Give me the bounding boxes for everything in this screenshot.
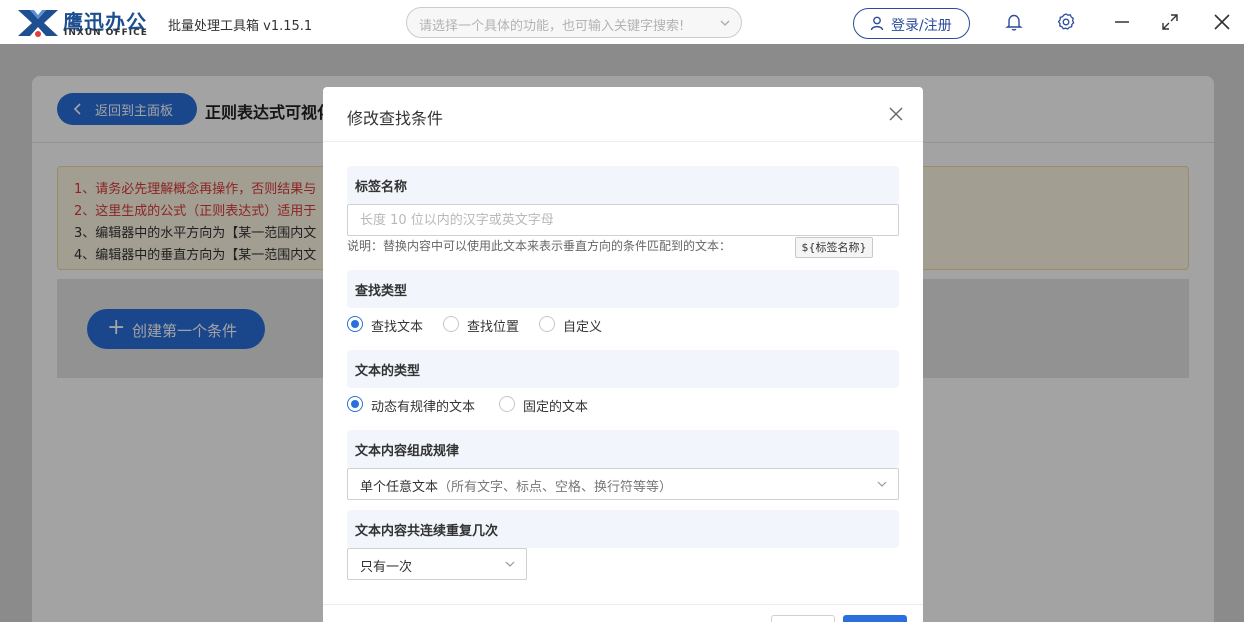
radio-unselected-icon[interactable]	[499, 396, 515, 412]
composition-select[interactable]: 单个任意文本（所有文字、标点、空格、换行符等等）	[347, 468, 899, 500]
user-icon	[870, 16, 884, 31]
login-label: 登录/注册	[891, 18, 952, 34]
app-title: 批量处理工具箱 v1.15.1	[168, 19, 313, 34]
repeat-selected-value[interactable]: 只有一次	[360, 556, 412, 575]
radio-label[interactable]: 查找位置	[467, 316, 519, 335]
maximize-icon[interactable]	[1160, 12, 1180, 32]
search-box[interactable]: 请选择一个具体的功能，也可输入关键字搜索!	[406, 7, 742, 38]
logo-text-en: INXUN OFFICE	[64, 28, 148, 38]
radio-selected-icon[interactable]	[347, 396, 363, 412]
text-type-heading: 文本的类型	[355, 364, 421, 379]
composition-value-note[interactable]: （所有文字、标点、空格、换行符等等）	[438, 480, 672, 495]
dialog-header-divider	[323, 141, 923, 142]
label-name-heading: 标签名称	[355, 180, 408, 195]
radio-selected-icon[interactable]	[347, 316, 363, 332]
label-name-input[interactable]	[348, 205, 898, 235]
radio-label[interactable]: 动态有规律的文本	[371, 396, 475, 415]
close-icon[interactable]	[887, 105, 905, 123]
text-type-section: 文本的类型	[347, 350, 899, 388]
dialog-title: 修改查找条件	[347, 109, 444, 128]
radio-label[interactable]: 固定的文本	[523, 396, 588, 415]
close-window-icon[interactable]	[1212, 12, 1232, 32]
label-name-field[interactable]	[347, 204, 899, 236]
find-type-radio-group: 查找文本 查找位置 自定义	[347, 314, 899, 335]
minimize-icon[interactable]	[1112, 12, 1132, 32]
search-placeholder[interactable]: 请选择一个具体的功能，也可输入关键字搜索!	[419, 15, 684, 34]
confirm-button[interactable]: 确定	[843, 615, 907, 622]
radio-label[interactable]: 自定义	[563, 316, 602, 335]
bell-icon[interactable]	[1004, 12, 1024, 32]
label-name-section: 标签名称	[347, 166, 899, 204]
logo-mark-icon	[18, 10, 58, 37]
repeat-section: 文本内容共连续重复几次	[347, 510, 899, 548]
chevron-down-icon[interactable]	[504, 558, 516, 570]
text-type-radio-group: 动态有规律的文本 固定的文本	[347, 394, 899, 415]
composition-selected-value[interactable]: 单个任意文本（所有文字、标点、空格、换行符等等）	[360, 476, 672, 495]
radio-unselected-icon[interactable]	[539, 316, 555, 332]
composition-heading: 文本内容组成规律	[355, 444, 460, 459]
cancel-button[interactable]: 取消	[771, 615, 835, 622]
chevron-down-icon[interactable]	[876, 478, 888, 490]
label-variable-tag[interactable]: ${标签名称}	[795, 237, 873, 258]
app-logo: 鹰迅办公 INXUN OFFICE	[16, 6, 158, 40]
find-type-section: 查找类型	[347, 270, 899, 308]
chevron-down-icon[interactable]	[718, 16, 732, 30]
login-button[interactable]: 登录/注册	[853, 8, 970, 39]
repeat-heading: 文本内容共连续重复几次	[355, 524, 499, 539]
radio-label[interactable]: 查找文本	[371, 316, 423, 335]
gear-icon[interactable]	[1056, 12, 1076, 32]
radio-unselected-icon[interactable]	[443, 316, 459, 332]
repeat-count-select[interactable]: 只有一次	[347, 548, 527, 580]
composition-value-text[interactable]: 单个任意文本	[360, 480, 438, 495]
dialog-footer-divider	[323, 604, 923, 605]
find-type-heading: 查找类型	[355, 284, 408, 299]
edit-condition-dialog: 修改查找条件 标签名称 说明：替换内容中可以使用此文本来表示垂直方向的条件匹配到…	[323, 87, 923, 622]
label-hint: 说明：替换内容中可以使用此文本来表示垂直方向的条件匹配到的文本：	[347, 239, 732, 253]
title-bar: 鹰迅办公 INXUN OFFICE 批量处理工具箱 v1.15.1 请选择一个具…	[0, 0, 1244, 44]
composition-section: 文本内容组成规律	[347, 430, 899, 468]
